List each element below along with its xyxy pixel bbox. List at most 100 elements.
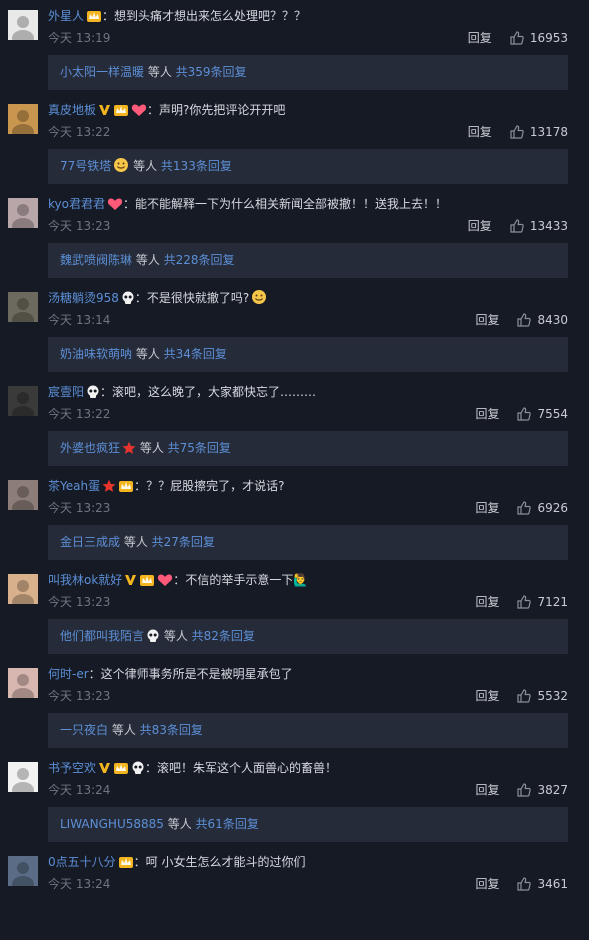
replies-preview[interactable]: 魏武喷阀陈琳 等人 共228条回复: [48, 243, 568, 278]
like-button[interactable]: 6926: [517, 500, 568, 516]
comment-actions: 回复 13433: [468, 218, 568, 234]
reply-count-link[interactable]: 共75条回复: [168, 441, 231, 455]
avatar[interactable]: [8, 668, 38, 698]
user-badges: [96, 103, 147, 117]
reply-user[interactable]: 金日三成成: [60, 535, 120, 549]
reply-count-link[interactable]: 共228条回复: [164, 253, 235, 267]
thumbs-up-icon: [517, 407, 532, 421]
reply-button[interactable]: 回复: [475, 406, 499, 422]
user-name[interactable]: 宸壹阳: [48, 385, 84, 399]
crown-icon: [86, 9, 102, 23]
reply-button[interactable]: 回复: [475, 594, 499, 610]
thumbs-up-icon: [517, 783, 532, 797]
thumbs-up-icon: [517, 313, 532, 327]
smile-icon: [251, 289, 267, 305]
like-button[interactable]: 7121: [517, 594, 568, 610]
reply-user[interactable]: 奶油味软萌呐: [60, 347, 132, 361]
avatar[interactable]: [8, 574, 38, 604]
avatar[interactable]: [8, 856, 38, 886]
replies-preview[interactable]: 他们都叫我陌言 等人 共82条回复: [48, 619, 568, 654]
user-badges: [105, 197, 123, 211]
reply-count-link[interactable]: 共83条回复: [140, 723, 203, 737]
like-button[interactable]: 8430: [517, 312, 568, 328]
skull-icon: [121, 291, 135, 305]
avatar[interactable]: [8, 10, 38, 40]
like-button[interactable]: 16953: [510, 30, 568, 46]
user-name[interactable]: 外星人: [48, 9, 84, 23]
avatar[interactable]: [8, 292, 38, 322]
user-badges: [96, 761, 145, 775]
reply-button[interactable]: 回复: [475, 876, 499, 892]
replies-preview[interactable]: 奶油味软萌呐 等人 共34条回复: [48, 337, 568, 372]
reply-button[interactable]: 回复: [468, 124, 492, 140]
comment-actions: 回复 7554: [475, 406, 568, 422]
avatar[interactable]: [8, 762, 38, 792]
replies-preview[interactable]: 小太阳一样温暖 等人 共359条回复: [48, 55, 568, 90]
thumbs-up-icon: [517, 689, 532, 703]
user-name[interactable]: kyo君君君: [48, 197, 105, 211]
thumbs-up-icon: [510, 219, 524, 233]
replies-preview[interactable]: 77号铁塔 等人 共133条回复: [48, 149, 568, 184]
comment-time: 今天 13:24: [48, 783, 111, 797]
user-name[interactable]: 叫我林ok就好: [48, 573, 122, 587]
thumbs-up-icon: [510, 31, 524, 45]
reply-count-link[interactable]: 共82条回复: [192, 629, 255, 643]
avatar[interactable]: [8, 386, 38, 416]
avatar[interactable]: [8, 480, 38, 510]
reply-button[interactable]: 回复: [468, 218, 492, 234]
v-icon: [98, 103, 111, 117]
reply-button[interactable]: 回复: [475, 500, 499, 516]
crown-icon: [139, 573, 155, 587]
comment-time: 今天 13:19: [48, 31, 111, 45]
like-button[interactable]: 5532: [517, 688, 568, 704]
reply-user[interactable]: 小太阳一样温暖: [60, 65, 144, 79]
replies-preview[interactable]: 一只夜白 等人 共83条回复: [48, 713, 568, 748]
reply-count-link[interactable]: 共61条回复: [196, 817, 259, 831]
reply-user[interactable]: 魏武喷阀陈琳: [60, 253, 132, 267]
smile-icon: [113, 157, 129, 173]
reply-button[interactable]: 回复: [475, 312, 499, 328]
reply-button[interactable]: 回复: [475, 688, 499, 704]
comment-actions: 回复 7121: [475, 594, 568, 610]
replies-preview[interactable]: 外婆也疯狂 等人 共75条回复: [48, 431, 568, 466]
reply-user[interactable]: 一只夜白: [60, 723, 108, 737]
user-name[interactable]: 0点五十八分: [48, 855, 116, 869]
comment-time: 今天 13:14: [48, 313, 111, 327]
reply-user[interactable]: 他们都叫我陌言: [60, 629, 144, 643]
reply-count-link[interactable]: 共27条回复: [152, 535, 215, 549]
comment-item: 外星人 ：想到头痛才想出来怎么处理吧？？？ 今天 13:19 回复 16953 小…: [0, 0, 589, 94]
like-button[interactable]: 13433: [510, 218, 568, 234]
like-button[interactable]: 3461: [517, 876, 568, 892]
reply-count-link[interactable]: 共133条回复: [161, 159, 232, 173]
avatar[interactable]: [8, 198, 38, 228]
comment-time: 今天 13:23: [48, 219, 111, 233]
reply-count-link[interactable]: 共34条回复: [164, 347, 227, 361]
like-button[interactable]: 13178: [510, 124, 568, 140]
comment-time: 今天 13:23: [48, 689, 111, 703]
user-badges: [116, 855, 134, 869]
reply-user[interactable]: LIWANGHU58885: [60, 817, 164, 831]
like-count: 13178: [529, 125, 568, 139]
replies-preview[interactable]: 金日三成成 等人 共27条回复: [48, 525, 568, 560]
reply-count-link[interactable]: 共359条回复: [176, 65, 247, 79]
comment-actions: 回复 3827: [475, 782, 568, 798]
v-icon: [124, 573, 137, 587]
thumbs-up-icon: [517, 595, 532, 609]
comment-item: 0点五十八分 ：呵 小女生怎么才能斗的过你们 今天 13:24 回复 3461: [0, 846, 589, 940]
comment-time: 今天 13:24: [48, 877, 111, 891]
user-name[interactable]: 茶Yeah蛋: [48, 479, 100, 493]
replies-preview[interactable]: LIWANGHU58885 等人 共61条回复: [48, 807, 568, 842]
avatar[interactable]: [8, 104, 38, 134]
user-name[interactable]: 真皮地板: [48, 103, 96, 117]
reply-button[interactable]: 回复: [475, 782, 499, 798]
reply-user[interactable]: 77号铁塔: [60, 159, 111, 173]
reply-button[interactable]: 回复: [468, 30, 492, 46]
reply-user[interactable]: 外婆也疯狂: [60, 441, 120, 455]
crown-icon: [113, 761, 129, 775]
user-name[interactable]: 书予空欢: [48, 761, 96, 775]
comment-item: 宸壹阳 ：滚吧，这么晚了，大家都快忘了……… 今天 13:22 回复 7554 外…: [0, 376, 589, 470]
user-name[interactable]: 汤糖躺烫958: [48, 291, 119, 305]
user-name[interactable]: 何时-er: [48, 667, 89, 681]
like-button[interactable]: 3827: [517, 782, 568, 798]
like-button[interactable]: 7554: [517, 406, 568, 422]
